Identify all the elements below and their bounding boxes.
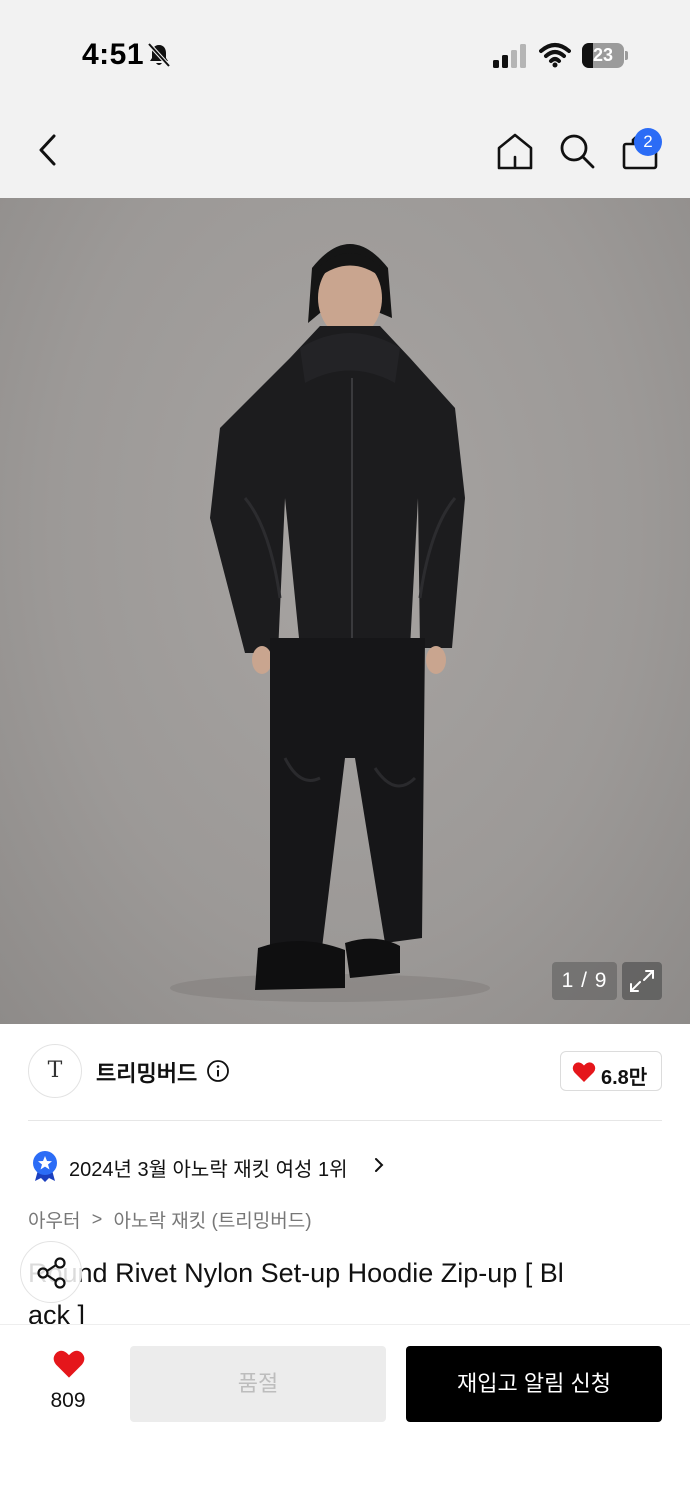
product-photo xyxy=(170,244,490,1002)
status-bar: 4:51 23 xyxy=(0,0,690,100)
battery-icon: 23 xyxy=(582,43,628,68)
signal-icon xyxy=(493,44,526,68)
info-icon[interactable] xyxy=(206,1059,230,1083)
medal-icon xyxy=(33,1151,57,1182)
brand-like-count: 6.8만 xyxy=(601,1067,648,1089)
wishlist-button[interactable]: 809 xyxy=(30,1349,106,1419)
heart-icon xyxy=(572,1062,596,1082)
breadcrumb: 아우터 > 아노락 재킷 (트리밍버드) xyxy=(28,1206,312,1232)
brand-like-button[interactable]: 6.8만 xyxy=(560,1051,662,1091)
expand-arrows-icon[interactable] xyxy=(622,962,662,1000)
restock-alert-button[interactable]: 재입고 알림 신청 xyxy=(406,1346,662,1422)
ranking-text: 2024년 3월 아노락 재킷 여성 1위 xyxy=(69,1159,348,1181)
bottom-action-bar: 809 품절 재입고 알림 신청 xyxy=(0,1324,690,1500)
cart-count-badge: 2 xyxy=(634,128,662,156)
breadcrumb-outer[interactable]: 아우터 xyxy=(28,1206,80,1233)
battery-level: 23 xyxy=(592,45,614,65)
status-time: 4:51 xyxy=(82,38,145,71)
brand-logo[interactable]: T xyxy=(28,1044,82,1098)
image-counter: 1 / 9 xyxy=(552,962,617,1000)
brand-name[interactable]: 트리밍버드 xyxy=(96,1056,197,1088)
share-icon xyxy=(37,1257,66,1289)
wifi-icon xyxy=(539,43,571,68)
product-image-gallery[interactable] xyxy=(0,198,690,1024)
heart-icon xyxy=(53,1350,85,1378)
back-chevron-icon[interactable] xyxy=(30,130,66,170)
brand-row: T 트리밍버드 6.8만 xyxy=(0,1024,690,1120)
product-title-line-1: Round Rivet Nylon Set-up Hoodie Zip-up [… xyxy=(28,1258,564,1288)
bell-slash-icon xyxy=(147,42,171,68)
ranking-link[interactable]: 2024년 3월 아노락 재킷 여성 1위 xyxy=(28,1148,448,1182)
breadcrumb-separator: > xyxy=(91,1209,103,1229)
wishlist-count: 809 xyxy=(50,1389,86,1412)
soldout-button: 품절 xyxy=(130,1346,386,1422)
divider xyxy=(28,1120,662,1121)
top-nav-bar xyxy=(0,100,690,198)
share-button[interactable] xyxy=(20,1241,82,1303)
home-icon[interactable] xyxy=(494,130,536,172)
chevron-right-icon xyxy=(375,1158,384,1172)
breadcrumb-anorak[interactable]: 아노락 재킷 (트리밍버드) xyxy=(114,1206,312,1233)
search-icon[interactable] xyxy=(556,130,598,172)
